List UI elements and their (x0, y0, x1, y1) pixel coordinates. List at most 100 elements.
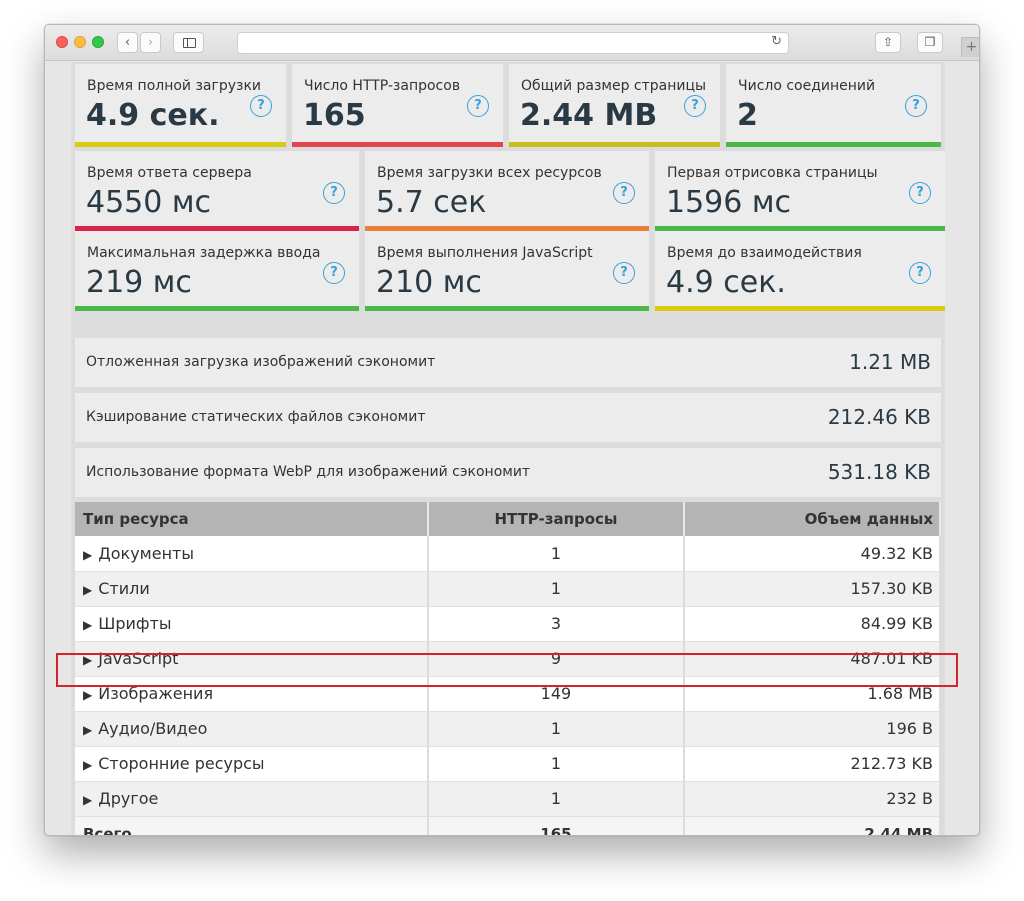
metric-label: Общий размер страницы (521, 78, 707, 94)
metric-label: Время полной загрузки (87, 78, 262, 94)
metric-value: 4.9 сек. (666, 265, 786, 300)
metric-value: 2 (737, 98, 758, 133)
help-icon[interactable]: ? (909, 262, 931, 284)
table-row[interactable]: ▶ JavaScript 9 487.01 KB (75, 641, 941, 677)
triangle-right-icon[interactable]: ▶ (83, 548, 92, 562)
tabs-overview-button[interactable]: ❐ (917, 32, 943, 53)
metric-value: 4550 мс (86, 185, 212, 220)
triangle-right-icon[interactable]: ▶ (83, 793, 92, 807)
saving-lazy-load: Отложенная загрузка изображений сэкономи… (75, 338, 941, 387)
zoom-window-button[interactable] (92, 36, 104, 48)
resource-type-cell[interactable]: ▶ JavaScript (75, 641, 429, 677)
table-row[interactable]: ▶ Изображения 149 1.68 MB (75, 676, 941, 712)
resource-type-cell[interactable]: ▶ Другое (75, 781, 429, 817)
table-row[interactable]: ▶ Шрифты 3 84.99 KB (75, 606, 941, 642)
saving-label: Отложенная загрузка изображений сэкономи… (86, 354, 436, 370)
table-row[interactable]: ▶ Аудио/Видео 1 196 B (75, 711, 941, 747)
chevron-right-icon: › (147, 35, 154, 50)
resource-type-cell[interactable]: ▶ Аудио/Видео (75, 711, 429, 747)
table-row[interactable]: ▶ Стили 1 157.30 KB (75, 571, 941, 607)
help-icon[interactable]: ? (250, 95, 272, 117)
metric-value: 1596 мс (666, 185, 792, 220)
metric-value: 5.7 сек (376, 185, 487, 220)
help-icon[interactable]: ? (323, 262, 345, 284)
saving-label: Использование формата WebP для изображен… (86, 464, 531, 480)
total-size-cell: 2.44 MB (684, 816, 941, 835)
resource-type-cell[interactable]: ▶ Изображения (75, 676, 429, 712)
help-icon[interactable]: ? (909, 182, 931, 204)
help-icon[interactable]: ? (613, 182, 635, 204)
triangle-right-icon[interactable]: ▶ (83, 618, 92, 632)
resource-type-label: Шрифты (98, 614, 172, 633)
total-type-cell: Всего (75, 816, 429, 835)
triangle-right-icon[interactable]: ▶ (83, 583, 92, 597)
metric-label: Время до взаимодействия (667, 245, 862, 261)
metric-label: Время ответа сервера (87, 165, 252, 181)
resource-type-cell[interactable]: ▶ Документы (75, 536, 429, 572)
reload-icon[interactable]: ↻ (771, 34, 782, 49)
saving-label: Кэширование статических файлов сэкономит (86, 409, 426, 425)
close-window-button[interactable] (56, 36, 68, 48)
minimize-window-button[interactable] (74, 36, 86, 48)
tabs-icon: ❐ (924, 35, 936, 49)
http-requests-cell: 9 (427, 641, 686, 677)
table-total-row: Всего 165 2.44 MB (75, 816, 941, 835)
resource-type-label: Сторонние ресурсы (98, 754, 265, 773)
help-icon[interactable]: ? (467, 95, 489, 117)
metric-card: Время выполнения JavaScript 210 мс? (365, 231, 649, 311)
http-requests-cell: 1 (427, 781, 686, 817)
new-tab-button[interactable]: + (961, 37, 979, 57)
header-resource-type[interactable]: Тип ресурса (75, 502, 429, 536)
data-size-cell: 487.01 KB (684, 641, 941, 677)
table-row[interactable]: ▶ Другое 1 232 B (75, 781, 941, 817)
help-icon[interactable]: ? (905, 95, 927, 117)
metric-card: Максимальная задержка ввода 219 мс? (75, 231, 359, 311)
title-bar: ‹ › ↻ ⇧ ❐ + (45, 25, 979, 61)
data-size-cell: 196 B (684, 711, 941, 747)
metric-card: Время полной загрузки 4.9 сек.? (75, 64, 286, 147)
http-requests-cell: 1 (427, 746, 686, 782)
data-size-cell: 212.73 KB (684, 746, 941, 782)
table-header-row: Тип ресурса HTTP-запросы Объем данных (75, 502, 941, 536)
address-bar[interactable]: ↻ (237, 32, 789, 54)
saving-value: 531.18 KB (827, 460, 931, 484)
metric-value: 219 мс (86, 265, 192, 300)
help-icon[interactable]: ? (613, 262, 635, 284)
share-button[interactable]: ⇧ (875, 32, 901, 53)
metric-card: Время до взаимодействия 4.9 сек.? (655, 231, 945, 311)
http-requests-cell: 149 (427, 676, 686, 712)
back-button[interactable]: ‹ (117, 32, 138, 53)
table-row[interactable]: ▶ Документы 1 49.32 KB (75, 536, 941, 572)
header-http-requests[interactable]: HTTP-запросы (427, 502, 686, 536)
metric-card: Время ответа сервера 4550 мс? (75, 151, 359, 231)
data-size-cell: 49.32 KB (684, 536, 941, 572)
resource-type-cell[interactable]: ▶ Шрифты (75, 606, 429, 642)
forward-button[interactable]: › (140, 32, 161, 53)
saving-caching: Кэширование статических файлов сэкономит… (75, 393, 941, 442)
data-size-cell: 157.30 KB (684, 571, 941, 607)
metric-value: 210 мс (376, 265, 482, 300)
triangle-right-icon[interactable]: ▶ (83, 653, 92, 667)
help-icon[interactable]: ? (323, 182, 345, 204)
header-data-size[interactable]: Объем данных (684, 502, 941, 536)
resource-type-label: Другое (98, 789, 159, 808)
metric-value: 2.44 MB (520, 98, 658, 133)
resource-type-label: JavaScript (98, 649, 179, 668)
saving-webp: Использование формата WebP для изображен… (75, 448, 941, 497)
triangle-right-icon[interactable]: ▶ (83, 758, 92, 772)
metric-label: Число HTTP-запросов (304, 78, 461, 94)
chevron-left-icon: ‹ (124, 35, 131, 50)
resource-type-cell[interactable]: ▶ Сторонние ресурсы (75, 746, 429, 782)
table-row[interactable]: ▶ Сторонние ресурсы 1 212.73 KB (75, 746, 941, 782)
resource-type-cell[interactable]: ▶ Стили (75, 571, 429, 607)
sidebar-toggle-button[interactable] (173, 32, 204, 53)
metric-card: Общий размер страницы 2.44 MB? (509, 64, 720, 147)
total-requests-cell: 165 (427, 816, 686, 835)
browser-window: ‹ › ↻ ⇧ ❐ + Время полной загрузки 4.9 сек… (44, 24, 980, 836)
triangle-right-icon[interactable]: ▶ (83, 688, 92, 702)
metric-label: Число соединений (738, 78, 876, 94)
http-requests-cell: 3 (427, 606, 686, 642)
help-icon[interactable]: ? (684, 95, 706, 117)
resource-type-label: Документы (98, 543, 194, 563)
triangle-right-icon[interactable]: ▶ (83, 723, 92, 737)
